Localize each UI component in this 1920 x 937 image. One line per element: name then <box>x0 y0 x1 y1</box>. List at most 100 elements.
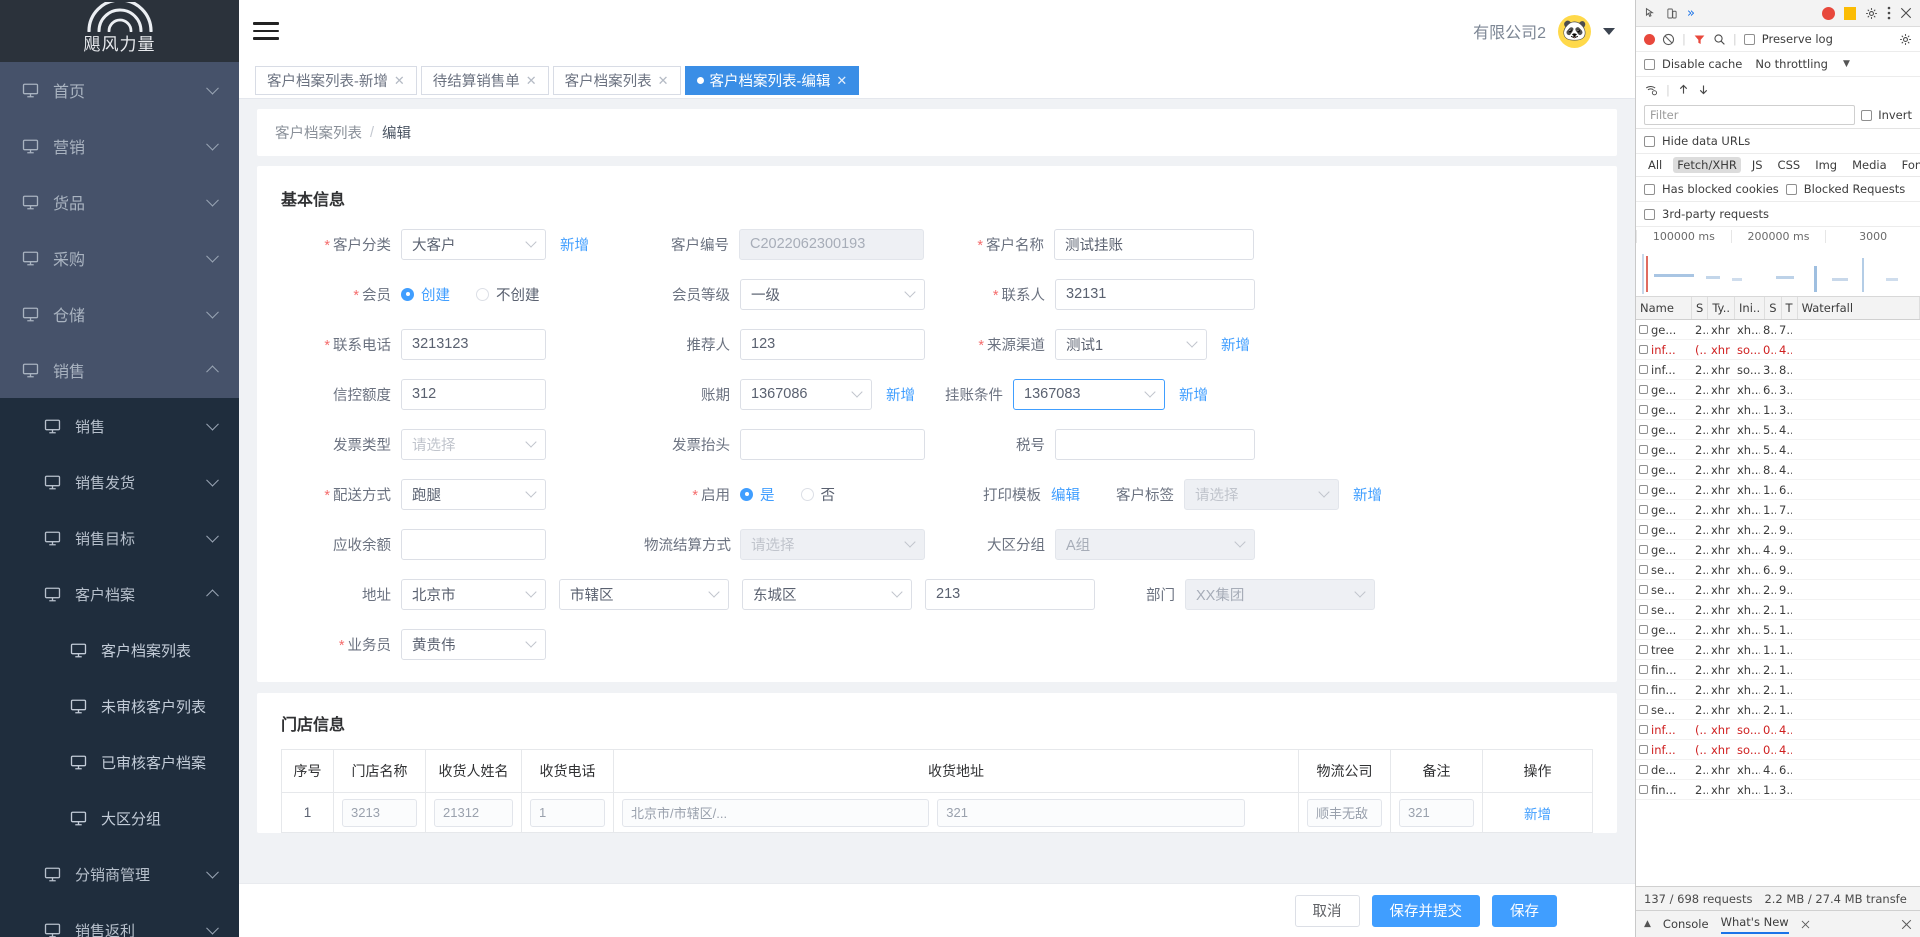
request-row[interactable]: inf... (...xhr so...0...4... <box>1636 740 1920 760</box>
sidebar-item-1[interactable]: 营销 <box>0 118 239 174</box>
request-row[interactable]: tree2...xhrxh...1...1... <box>1636 640 1920 660</box>
select-region-group[interactable]: A组 <box>1055 528 1255 560</box>
device-toolbar-icon[interactable] <box>1666 7 1678 20</box>
request-checkbox[interactable] <box>1639 545 1648 554</box>
tab-whats-new[interactable]: What's New <box>1720 915 1789 934</box>
sidebar-item-2[interactable]: 货品 <box>0 174 239 230</box>
sidebar-item-12[interactable]: 已审核客户档案 <box>0 734 239 790</box>
select-credit-condition[interactable]: 1367083 <box>1013 378 1165 410</box>
input-receive-detail[interactable]: 321 <box>937 798 1245 827</box>
drawer-chevron-icon[interactable]: ▲ <box>1644 919 1651 929</box>
tab-3[interactable]: 客户档案列表-编辑 ✕ <box>684 65 860 95</box>
select-address-city[interactable]: 市辖区 <box>559 578 729 610</box>
filter-icon[interactable] <box>1693 33 1706 46</box>
request-checkbox[interactable] <box>1639 705 1648 714</box>
cell-receiver[interactable]: 21312 <box>425 792 522 833</box>
sidebar-item-4[interactable]: 仓储 <box>0 286 239 342</box>
request-row[interactable]: se... 2...xhr xh...6...9... <box>1636 560 1920 580</box>
request-row[interactable]: fin...2...xhrxh...2...1... <box>1636 660 1920 680</box>
request-col-header[interactable]: Ini.. <box>1735 297 1766 319</box>
sidebar-item-15[interactable]: 销售返利 <box>0 902 239 937</box>
request-row[interactable]: fin... 2...xhr xh...1...3... <box>1636 780 1920 800</box>
cell-remark[interactable]: 321 <box>1390 792 1483 833</box>
request-col-header[interactable]: Name <box>1636 297 1692 319</box>
request-row[interactable]: inf... (...xhr so...0...4... <box>1636 340 1920 360</box>
select-logistics-company[interactable]: 顺丰无敌 <box>1307 798 1382 827</box>
warning-count-badge-icon[interactable] <box>1844 6 1856 20</box>
save-button[interactable]: 保存 <box>1492 894 1557 927</box>
network-settings-gear-icon[interactable] <box>1899 33 1912 46</box>
cell-store-name[interactable]: 3213 <box>333 792 426 833</box>
sidebar-item-0[interactable]: 首页 <box>0 62 239 118</box>
request-row[interactable]: ge... 2...xhr xh...5...4... <box>1636 420 1920 440</box>
request-checkbox[interactable] <box>1639 325 1648 334</box>
tab-2[interactable]: 客户档案列表 ✕ <box>552 65 681 95</box>
request-checkbox[interactable] <box>1639 445 1648 454</box>
export-har-icon[interactable] <box>1697 83 1710 96</box>
import-har-icon[interactable] <box>1677 83 1690 96</box>
radio-member-create[interactable]: 创建 <box>401 284 450 305</box>
input-invoice-title[interactable] <box>740 428 925 460</box>
input-receiver[interactable]: 21312 <box>434 798 513 827</box>
request-row[interactable]: fin...2...xhrxh...2...1... <box>1636 680 1920 700</box>
request-checkbox[interactable] <box>1639 685 1648 694</box>
select-customer-tag[interactable]: 请选择 <box>1184 478 1339 510</box>
tab-console[interactable]: Console <box>1663 917 1709 931</box>
resource-type-filter-js[interactable]: JS <box>1748 157 1767 173</box>
input-credit-limit[interactable]: 312 <box>401 378 546 410</box>
record-icon[interactable] <box>1644 33 1655 45</box>
request-checkbox[interactable] <box>1639 725 1648 734</box>
sidebar-item-9[interactable]: 客户档案 <box>0 566 239 622</box>
resource-type-filter-fetch-xhr[interactable]: Fetch/XHR <box>1673 157 1741 173</box>
add-source-channel-link[interactable]: 新增 <box>1221 334 1250 355</box>
request-checkbox[interactable] <box>1639 525 1648 534</box>
input-tax-no[interactable] <box>1055 428 1255 460</box>
error-count-badge-icon[interactable] <box>1822 6 1835 20</box>
request-row[interactable]: ge... 2...xhr xh...5...4... <box>1636 440 1920 460</box>
save-and-submit-button[interactable]: 保存并提交 <box>1371 894 1480 927</box>
request-row[interactable]: se...2...xhrxh...2...1... <box>1636 700 1920 720</box>
network-overview-timeline[interactable]: 100000 ms 200000 ms 3000 <box>1636 227 1920 297</box>
radio-member-nocreate[interactable]: 不创建 <box>476 284 540 305</box>
select-account-period[interactable]: 1367086 <box>740 378 872 410</box>
select-source-channel[interactable]: 测试1 <box>1055 328 1207 360</box>
select-address-province[interactable]: 北京市 <box>401 578 546 610</box>
request-row[interactable]: ge... 2...xhr xh...6...3... <box>1636 380 1920 400</box>
request-col-header[interactable]: Waterfall <box>1798 297 1920 319</box>
request-checkbox[interactable] <box>1639 585 1648 594</box>
sidebar-logo[interactable]: 飓风力量 <box>0 0 239 62</box>
avatar[interactable]: 🐼 <box>1558 14 1591 48</box>
cell-action[interactable]: 新增 <box>1482 792 1593 833</box>
select-invoice-type[interactable]: 请选择 <box>401 428 546 460</box>
edit-print-template-link[interactable]: 编辑 <box>1051 484 1080 505</box>
resource-type-filter-css[interactable]: CSS <box>1774 157 1805 173</box>
request-checkbox[interactable] <box>1639 365 1648 374</box>
request-checkbox[interactable] <box>1639 505 1648 514</box>
select-department[interactable]: XX集团 <box>1185 578 1375 610</box>
add-customer-category-link[interactable]: 新增 <box>560 234 589 255</box>
search-icon[interactable] <box>1713 33 1726 46</box>
network-conditions-icon[interactable] <box>1644 83 1659 96</box>
clear-icon[interactable] <box>1662 33 1675 46</box>
request-col-header[interactable]: S <box>1765 297 1782 319</box>
add-customer-tag-link[interactable]: 新增 <box>1353 484 1382 505</box>
request-checkbox[interactable] <box>1639 605 1648 614</box>
close-icon[interactable]: ✕ <box>658 74 669 87</box>
sidebar-item-6[interactable]: 销售 <box>0 398 239 454</box>
more-tabs-button[interactable]: » <box>1687 6 1695 21</box>
sidebar-item-14[interactable]: 分销商管理 <box>0 846 239 902</box>
request-checkbox[interactable] <box>1639 665 1648 674</box>
gear-icon[interactable] <box>1865 7 1878 20</box>
request-checkbox[interactable] <box>1639 785 1648 794</box>
breadcrumb-root[interactable]: 客户档案列表 <box>275 122 362 143</box>
throttling-chevron-down-icon[interactable]: ▼ <box>1843 59 1850 69</box>
request-col-header[interactable]: Ty.. <box>1708 297 1736 319</box>
request-row[interactable]: se...2...xhrxh...2...1... <box>1636 600 1920 620</box>
request-checkbox[interactable] <box>1639 385 1648 394</box>
input-remark[interactable]: 321 <box>1399 798 1474 827</box>
cell-phone[interactable]: 1 <box>521 792 614 833</box>
request-row[interactable]: inf... 2...xhr so...3...8... <box>1636 360 1920 380</box>
request-checkbox[interactable] <box>1639 745 1648 754</box>
request-col-header[interactable]: S <box>1692 297 1709 319</box>
preserve-log-checkbox[interactable] <box>1743 33 1755 45</box>
